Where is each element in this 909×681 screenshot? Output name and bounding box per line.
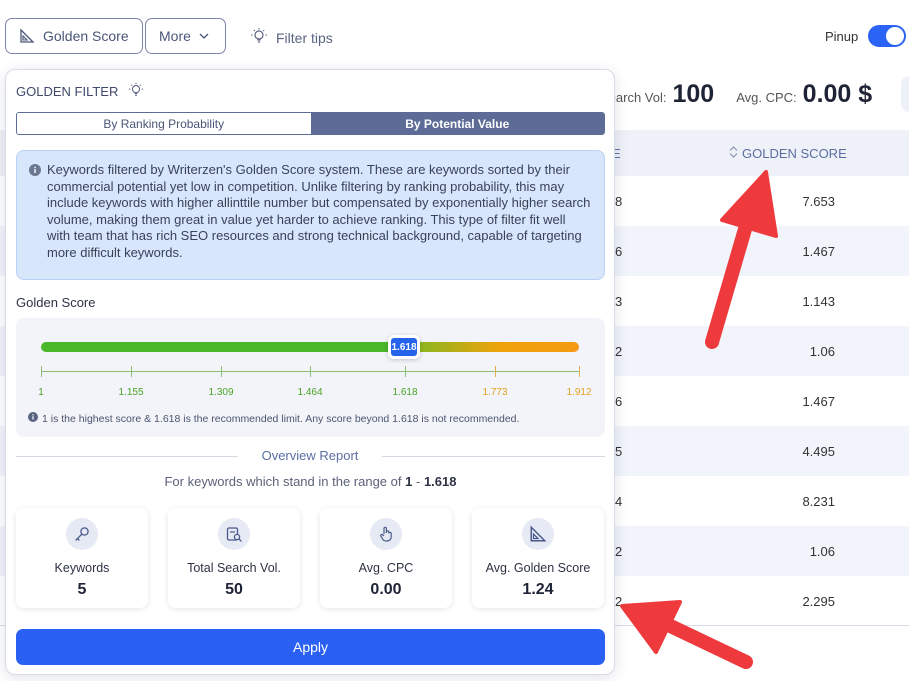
page: Golden Score More Filter tips Pinup Sear… xyxy=(0,0,909,681)
golden-score-cell: 1.06 xyxy=(809,544,835,559)
avg-cpc-card-label: Avg. CPC xyxy=(358,561,414,575)
search-vol-value: 100 xyxy=(672,80,715,108)
golden-score-cell: 1.06 xyxy=(809,344,835,359)
keywords-card-value: 5 xyxy=(77,581,87,598)
pointer-icon xyxy=(370,518,402,550)
golden-score-cell: 1.467 xyxy=(802,244,835,259)
info-icon xyxy=(28,412,38,425)
avg-golden-score-card: Avg. Golden Score 1.24 xyxy=(472,508,604,608)
slider-tick xyxy=(41,366,42,377)
golden-score-column-header[interactable]: GOLDEN SCORE xyxy=(729,146,847,161)
golden-score-cell: 8.231 xyxy=(802,494,835,509)
golden-ratio-icon xyxy=(19,28,35,44)
total-search-vol-card-label: Total Search Vol. xyxy=(187,561,281,575)
total-search-vol-card-value: 50 xyxy=(225,581,243,598)
lightbulb-icon[interactable] xyxy=(128,82,144,101)
slider-tick-label: 1.155 xyxy=(118,387,144,398)
slider-track-not-recommended[interactable] xyxy=(405,342,579,352)
info-box: Keywords filtered by Writerzen's Golden … xyxy=(16,150,605,280)
avg-golden-score-card-label: Avg. Golden Score xyxy=(485,561,591,575)
golden-score-header-label: GOLDEN SCORE xyxy=(742,146,847,161)
cpc-label: Avg. CPC: xyxy=(736,90,797,105)
slider-tick-label: 1 xyxy=(38,387,44,398)
range-high: 1.618 xyxy=(423,474,457,489)
slider-tick xyxy=(221,366,222,377)
avg-cpc-card-value: 0.00 xyxy=(370,581,402,598)
key-icon xyxy=(66,518,98,550)
golden-score-cell: 2.295 xyxy=(802,594,835,609)
golden-score-label: Golden Score xyxy=(16,295,96,310)
golden-score-note-text: 1 is the highest score & 1.618 is the re… xyxy=(42,412,520,425)
overview-divider-right xyxy=(382,456,605,457)
table-cell: 2 xyxy=(615,544,623,559)
slider-tick-label: 1.464 xyxy=(297,387,323,398)
table-cell: 4 xyxy=(615,494,623,509)
panel-title: GOLDEN FILTER xyxy=(16,82,144,101)
toggle-knob xyxy=(886,27,904,45)
golden-score-cell: 4.495 xyxy=(802,444,835,459)
slider-tick xyxy=(405,366,406,377)
slider-tick-label: 1.773 xyxy=(482,387,508,398)
overview-range-text: For keywords which stand in the range of… xyxy=(6,474,615,489)
tab-potential-value[interactable]: By Potential Value xyxy=(310,113,604,134)
table-cell: 5 xyxy=(615,444,623,459)
slider-tick xyxy=(579,366,580,377)
slider-tick-label: 1.618 xyxy=(392,387,418,398)
range-separator: - xyxy=(415,474,421,489)
slider-tick xyxy=(495,366,496,377)
range-low: 1 xyxy=(405,474,413,489)
golden-ratio-icon xyxy=(522,518,554,550)
golden-score-cell: 1.467 xyxy=(802,394,835,409)
table-cell: 2 xyxy=(615,344,623,359)
range-prefix: For keywords which stand in the range of xyxy=(164,474,402,489)
avg-cpc-card: Avg. CPC 0.00 xyxy=(320,508,452,608)
golden-score-slider-box: 1.618 1 1.155 1.309 1.464 1.618 1.773 1.… xyxy=(16,318,605,437)
cpc-value: 0.00 $ xyxy=(802,80,873,108)
avg-golden-score-card-value: 1.24 xyxy=(522,581,554,598)
overview-divider-left xyxy=(16,456,238,457)
overview-report-title: Overview Report xyxy=(261,448,359,463)
more-button[interactable]: More xyxy=(145,18,226,54)
info-text: Keywords filtered by Writerzen's Golden … xyxy=(47,162,591,260)
total-search-vol-card: Total Search Vol. 50 xyxy=(168,508,300,608)
slider-handle[interactable]: 1.618 xyxy=(388,335,420,359)
slider-tick xyxy=(131,366,132,377)
slider-track-recommended[interactable] xyxy=(41,342,406,352)
filter-mode-segmented-control: By Ranking Probability By Potential Valu… xyxy=(16,112,605,135)
chevron-down-icon xyxy=(199,32,209,40)
table-cell: 6 xyxy=(615,394,623,409)
golden-score-note: 1 is the highest score & 1.618 is the re… xyxy=(28,412,519,425)
apply-button[interactable]: Apply xyxy=(16,629,605,665)
stats-bar: Search Vol: 100 Avg. CPC: 0.00 $ xyxy=(600,80,872,109)
golden-score-cell: 7.653 xyxy=(802,194,835,209)
search-doc-icon xyxy=(218,518,250,550)
pinup-toggle[interactable] xyxy=(868,25,906,47)
slider-tick-label: 1.912 xyxy=(566,387,592,398)
pinup-label: Pinup xyxy=(825,29,859,44)
filter-tips-link[interactable]: Filter tips xyxy=(250,27,333,48)
sort-icon xyxy=(729,146,738,161)
golden-score-button[interactable]: Golden Score xyxy=(5,18,143,54)
table-cell: 2 xyxy=(615,594,623,609)
lightbulb-icon xyxy=(250,27,268,48)
more-button-label: More xyxy=(159,28,191,44)
slider-tick-label: 1.309 xyxy=(208,387,234,398)
filter-tips-label: Filter tips xyxy=(276,29,333,46)
table-cell: 6 xyxy=(615,244,623,259)
table-cell: 8 xyxy=(615,194,623,209)
panel-title-label: GOLDEN FILTER xyxy=(16,84,119,99)
slider-value: 1.618 xyxy=(391,338,417,356)
golden-score-cell: 1.143 xyxy=(802,294,835,309)
table-cell: 3 xyxy=(615,294,623,309)
slider-tick xyxy=(310,366,311,377)
keywords-card: Keywords 5 xyxy=(16,508,148,608)
keywords-card-label: Keywords xyxy=(54,561,110,575)
tab-ranking-probability[interactable]: By Ranking Probability xyxy=(17,113,311,134)
golden-filter-panel: GOLDEN FILTER By Ranking Probability By … xyxy=(5,69,615,675)
golden-score-button-label: Golden Score xyxy=(43,28,129,44)
stats-action-button[interactable] xyxy=(901,76,909,112)
info-icon xyxy=(29,164,41,181)
